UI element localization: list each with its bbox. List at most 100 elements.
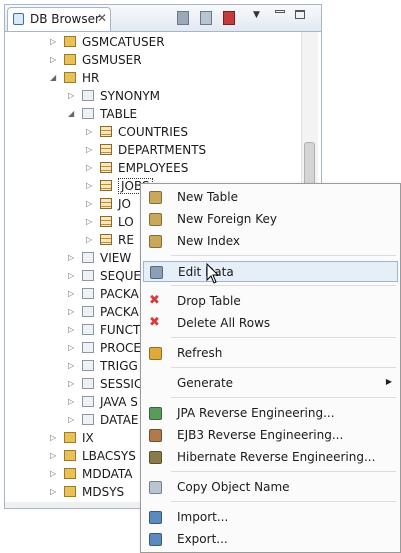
expander-icon[interactable]: ▷ xyxy=(68,267,78,285)
tree-item-label: SEQUE xyxy=(100,269,142,283)
expander-icon[interactable]: ▷ xyxy=(68,303,78,321)
menu-item-edit-data[interactable]: Edit Data xyxy=(143,261,398,282)
tree-item-label: IX xyxy=(82,431,94,445)
expander-icon[interactable]: ▷ xyxy=(86,213,96,231)
mouse-pointer-icon xyxy=(206,263,220,284)
menu-item-generate[interactable]: Generate ▶ xyxy=(143,373,398,394)
menu-item-label: New Foreign Key xyxy=(177,212,277,226)
menu-item-delete-all-rows[interactable]: ✖ Delete All Rows xyxy=(143,313,398,334)
menu-item-label: JPA Reverse Engineering... xyxy=(177,406,335,420)
tree-item-label: JAVA S xyxy=(100,395,138,409)
import-icon xyxy=(149,511,162,524)
menu-item-new-index[interactable]: New Index xyxy=(143,231,398,252)
menu-item-hibernate-reverse-engineering[interactable]: Hibernate Reverse Engineering... xyxy=(143,447,398,468)
tree-item-label: DATAE xyxy=(100,413,139,427)
tree-item-label: GSMUSER xyxy=(82,53,142,67)
menu-item-label: EJB3 Reverse Engineering... xyxy=(177,428,344,442)
expander-icon[interactable]: ▷ xyxy=(50,51,60,69)
folder-icon xyxy=(82,306,94,317)
expander-icon[interactable]: ▷ xyxy=(68,285,78,303)
menu-item-drop-table[interactable]: ✖ Drop Table xyxy=(143,291,398,312)
menu-separator xyxy=(171,337,396,338)
schema-icon xyxy=(64,54,76,65)
expander-icon[interactable]: ▷ xyxy=(86,123,96,141)
close-icon[interactable]: ✕ xyxy=(97,11,107,25)
menu-item-new-table[interactable]: New Table xyxy=(143,187,398,208)
menu-item-label: Hibernate Reverse Engineering... xyxy=(177,450,376,464)
expander-icon[interactable]: ▷ xyxy=(86,177,96,195)
maximize-icon[interactable] xyxy=(295,10,305,19)
expander-icon[interactable]: ▷ xyxy=(68,339,78,357)
folder-icon xyxy=(82,378,94,389)
menu-item-ejb3-reverse-engineering[interactable]: EJB3 Reverse Engineering... xyxy=(143,425,398,446)
menu-item-label: Generate xyxy=(177,376,234,390)
db-browser-icon xyxy=(13,13,24,25)
menu-item-refresh[interactable]: Refresh xyxy=(143,343,398,364)
tree-item-label: MDDATA xyxy=(82,467,133,481)
tree-item-label: TABLE xyxy=(100,107,138,121)
menu-item-label: Drop Table xyxy=(177,294,241,308)
menu-item-new-foreign-key[interactable]: New Foreign Key xyxy=(143,209,398,230)
expander-icon[interactable]: ▷ xyxy=(86,141,96,159)
schema-icon xyxy=(64,36,76,47)
table-icon xyxy=(100,234,112,245)
expander-icon[interactable]: ▷ xyxy=(68,249,78,267)
tree-item-label: DEPARTMENTS xyxy=(118,143,207,157)
expander-icon[interactable]: ▷ xyxy=(86,195,96,213)
menu-separator xyxy=(171,285,396,286)
minimize-icon[interactable] xyxy=(275,10,285,13)
tree-item-label: SESSIC xyxy=(100,377,143,391)
collapse-all-icon[interactable] xyxy=(177,11,189,25)
refresh-icon xyxy=(149,347,162,360)
tree-item-label: LO xyxy=(118,215,134,229)
new-connection-icon[interactable] xyxy=(223,11,235,25)
expander-icon[interactable]: ▷ xyxy=(68,321,78,339)
expander-icon[interactable]: ▷ xyxy=(50,447,60,465)
expander-icon[interactable]: ▷ xyxy=(68,87,78,105)
table-icon xyxy=(100,126,112,137)
menu-item-label: Delete All Rows xyxy=(177,316,271,330)
tab-db-browser[interactable]: DB Browser ✕ xyxy=(7,7,111,31)
edit-data-icon xyxy=(150,266,163,279)
menu-separator xyxy=(171,501,396,502)
expander-icon[interactable]: ▷ xyxy=(86,231,96,249)
schema-icon xyxy=(64,486,76,497)
expander-icon[interactable]: ▷ xyxy=(68,393,78,411)
menu-item-label: New Table xyxy=(177,190,239,204)
view-tabbar: DB Browser ✕ ▼ xyxy=(5,5,321,32)
folder-icon xyxy=(82,396,94,407)
ejb3-icon xyxy=(149,429,162,442)
menu-item-label: Export... xyxy=(177,532,228,546)
table-icon xyxy=(100,144,112,155)
hibernate-icon xyxy=(149,451,162,464)
submenu-arrow-icon: ▶ xyxy=(385,377,392,386)
expander-icon[interactable]: ▷ xyxy=(68,411,78,429)
folder-icon xyxy=(82,108,94,119)
table-icon xyxy=(100,198,112,209)
expander-icon[interactable]: ▷ xyxy=(68,357,78,375)
menu-item-jpa-reverse-engineering[interactable]: JPA Reverse Engineering... xyxy=(143,403,398,424)
menu-item-import[interactable]: Import... xyxy=(143,507,398,528)
view-menu-icon[interactable]: ▼ xyxy=(253,10,260,20)
tree-item-label: GSMCATUSER xyxy=(82,35,165,49)
tree-item-label: SYNONYM xyxy=(100,89,161,103)
expander-icon[interactable]: ▷ xyxy=(86,159,96,177)
expander-icon[interactable]: ▷ xyxy=(50,33,60,51)
tree-item-label: PACKA xyxy=(100,305,139,319)
table-icon xyxy=(100,180,112,191)
expander-icon[interactable]: ◢ xyxy=(68,105,78,123)
schema-icon xyxy=(64,432,76,443)
schema-icon xyxy=(64,468,76,479)
link-editor-icon[interactable] xyxy=(200,11,212,25)
table-add-icon xyxy=(149,191,162,204)
tree-item-label: VIEW xyxy=(100,251,132,265)
expander-icon[interactable]: ▷ xyxy=(50,429,60,447)
delete-icon: ✖ xyxy=(149,315,160,330)
expander-icon[interactable]: ▷ xyxy=(50,465,60,483)
menu-item-copy-object-name[interactable]: Copy Object Name xyxy=(143,477,398,498)
menu-item-export[interactable]: Export... xyxy=(143,529,398,550)
expander-icon[interactable]: ▷ xyxy=(68,375,78,393)
expander-icon[interactable]: ▷ xyxy=(50,483,60,501)
expander-icon[interactable]: ◢ xyxy=(50,69,60,87)
jpa-icon xyxy=(149,407,162,420)
